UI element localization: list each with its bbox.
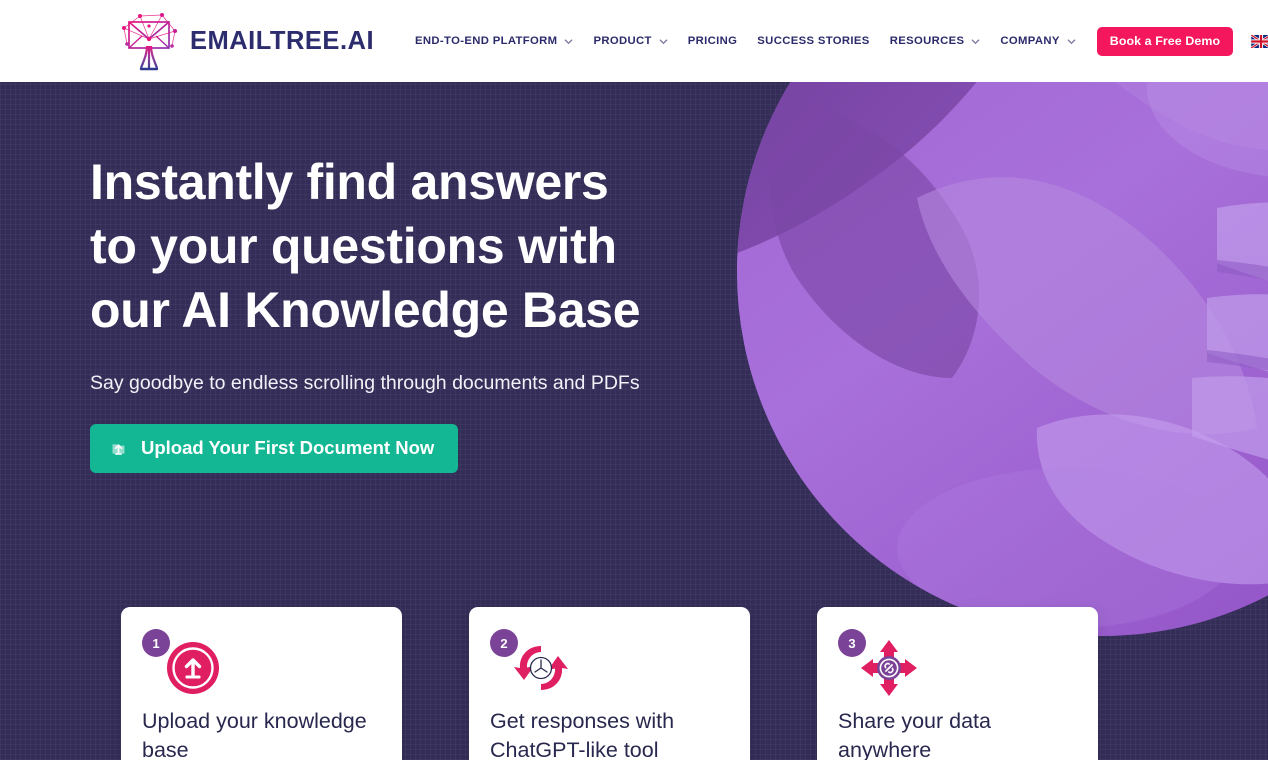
- site-header: EMAILTREE.AI END-TO-END PLATFORM PRODUCT…: [0, 0, 1268, 82]
- hero-subtitle: Say goodbye to endless scrolling through…: [90, 372, 640, 394]
- chevron-down-icon: [564, 38, 573, 44]
- main-navigation: END-TO-END PLATFORM PRODUCT PRICING SUCC…: [405, 26, 1268, 56]
- nav-item-product[interactable]: PRODUCT: [583, 35, 677, 47]
- nav-label: PRODUCT: [593, 35, 652, 47]
- nav-label: PRICING: [687, 35, 738, 47]
- card-icon-group: 1: [142, 629, 381, 703]
- step-card-2[interactable]: 2 Get responses with ChatGPT-like tool: [469, 607, 750, 760]
- nav-item-pricing[interactable]: PRICING: [678, 35, 748, 47]
- nav-item-end-to-end-platform[interactable]: END-TO-END PLATFORM: [405, 35, 583, 47]
- book-a-free-demo-button[interactable]: Book a Free Demo: [1096, 26, 1234, 56]
- emailtree-logo-icon: [118, 8, 180, 74]
- card-icon-group: 2: [490, 629, 729, 703]
- chevron-down-icon: [1067, 38, 1076, 44]
- nav-item-success-stories[interactable]: SUCCESS STORIES: [747, 35, 879, 47]
- hero-teamwork-photo: [737, 82, 1268, 636]
- step-number-badge: 1: [142, 629, 170, 657]
- nav-label: END-TO-END PLATFORM: [415, 35, 558, 47]
- card-icon-group: 3: [838, 629, 1077, 703]
- step-card-3[interactable]: 3 Share your data anywhere: [817, 607, 1098, 760]
- upload-document-icon: [112, 443, 125, 455]
- nav-label: SUCCESS STORIES: [757, 35, 870, 47]
- uk-flag-icon: [1251, 34, 1268, 48]
- chevron-down-icon: [971, 38, 980, 44]
- hero-title: Instantly find answers to your questions…: [90, 154, 641, 338]
- nav-item-resources[interactable]: RESOURCES: [880, 35, 991, 47]
- hero-copy: Instantly find answers to your questions…: [90, 150, 730, 473]
- upload-first-document-button[interactable]: Upload Your First Document Now: [90, 424, 459, 473]
- language-switcher[interactable]: [1251, 34, 1268, 48]
- share-arrows-link-icon: [860, 639, 918, 697]
- steps-card-list: 1 Upload your knowledge base 2 Get respo…: [121, 607, 1147, 760]
- nav-label: RESOURCES: [889, 35, 965, 47]
- upload-circle-icon: [164, 639, 222, 697]
- card-title: Share your data anywhere: [838, 709, 991, 760]
- step-card-1[interactable]: 1 Upload your knowledge base: [121, 607, 402, 760]
- card-title: Upload your knowledge base: [142, 709, 367, 760]
- logo-text: EMAILTREE.AI: [190, 26, 375, 55]
- logo-link[interactable]: EMAILTREE.AI: [118, 8, 374, 74]
- step-number-badge: 3: [838, 629, 866, 657]
- chevron-down-icon: [659, 38, 668, 44]
- upload-button-label: Upload Your First Document Now: [141, 437, 435, 458]
- nav-label: COMPANY: [1000, 35, 1060, 47]
- nav-item-company[interactable]: COMPANY: [990, 35, 1085, 47]
- card-title: Get responses with ChatGPT-like tool: [490, 709, 675, 760]
- hero-section: Instantly find answers to your questions…: [0, 82, 1268, 760]
- sync-clock-icon: [512, 639, 570, 697]
- step-number-badge: 2: [490, 629, 518, 657]
